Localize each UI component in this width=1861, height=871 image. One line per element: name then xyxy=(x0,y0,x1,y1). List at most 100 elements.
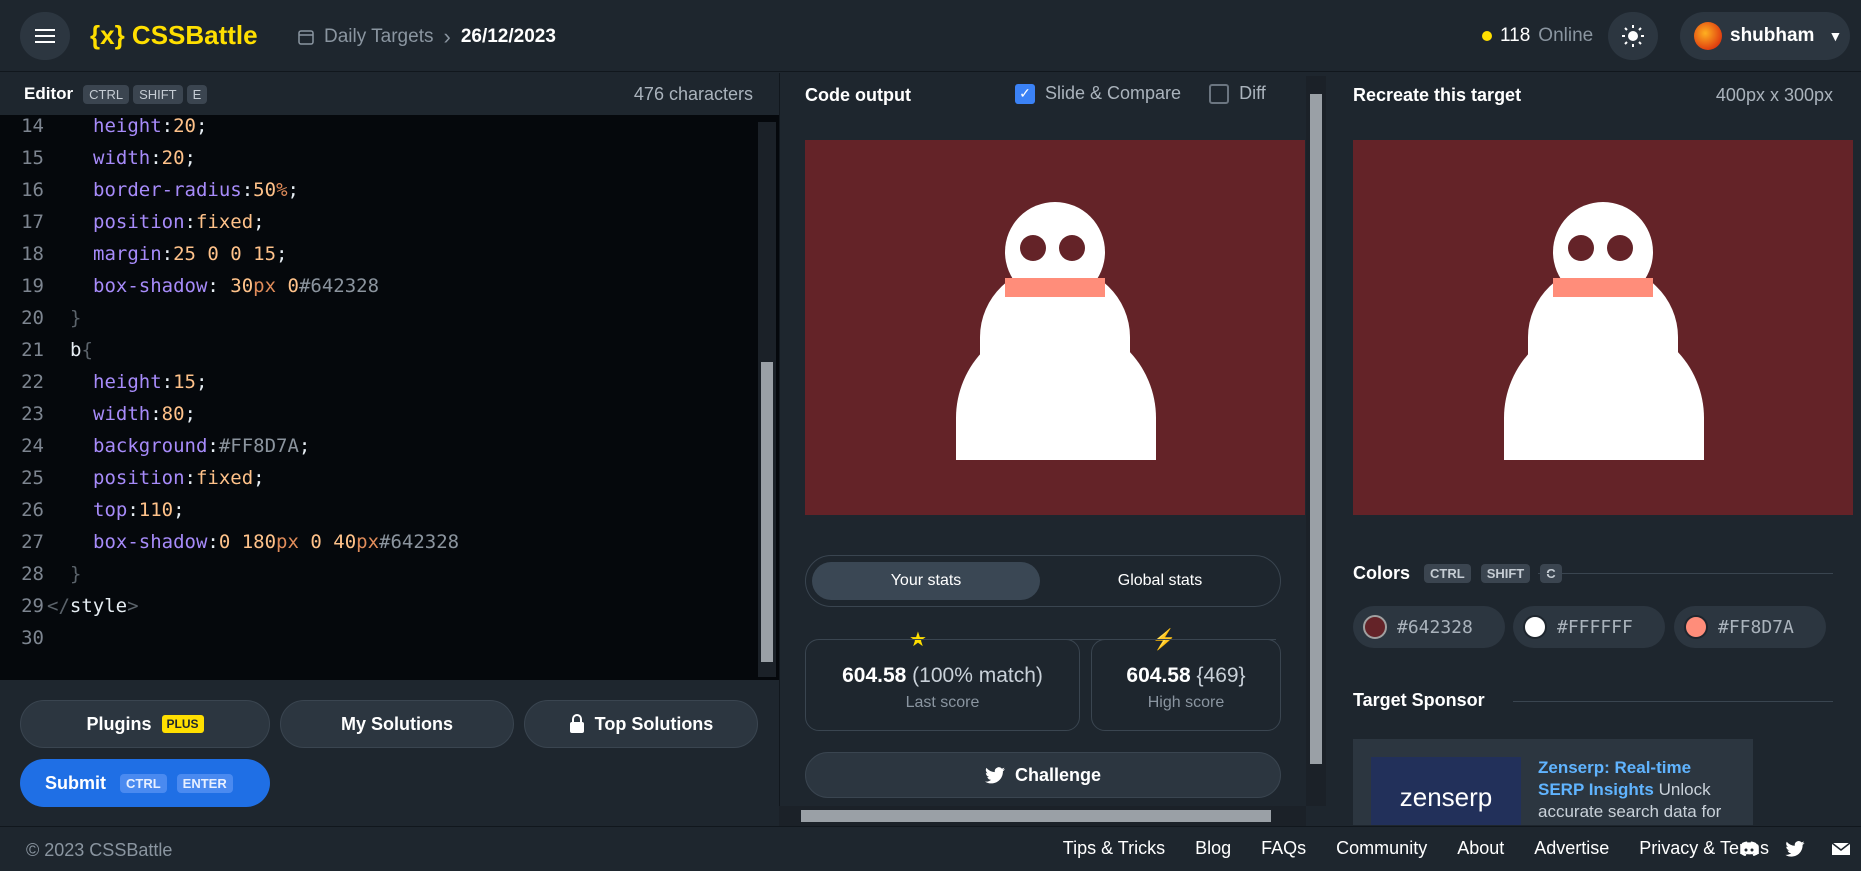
menu-button[interactable] xyxy=(20,12,70,60)
line-number: 30 xyxy=(21,627,44,649)
plugins-button[interactable]: Plugins PLUS xyxy=(20,700,270,748)
code-token: px xyxy=(253,275,277,297)
slide-compare-checkbox[interactable]: ✓ xyxy=(1015,83,1035,104)
code-line[interactable]: 23 width:80; xyxy=(0,403,760,435)
code-token: > xyxy=(127,595,139,617)
twitter-icon[interactable] xyxy=(1785,841,1805,857)
code-line[interactable]: 14 height:20; xyxy=(0,115,760,147)
my-solutions-button[interactable]: My Solutions xyxy=(280,700,514,748)
code-token: border-radius xyxy=(93,179,242,201)
footer-link[interactable]: Community xyxy=(1336,838,1427,859)
sun-icon xyxy=(1622,25,1644,47)
scrollbar-thumb[interactable] xyxy=(1310,94,1322,764)
high-score-card: 604.58 {469} High score xyxy=(1091,639,1281,731)
code-line[interactable]: 20} xyxy=(0,307,760,339)
code-line[interactable]: 26 top:110; xyxy=(0,499,760,531)
code-token: ; xyxy=(184,147,196,169)
slide-compare-label[interactable]: Slide & Compare xyxy=(1045,83,1181,104)
editor-header: Editor CTRL SHIFT E 476 characters xyxy=(0,73,779,115)
code-line[interactable]: 16 border-radius:50%; xyxy=(0,179,760,211)
sponsor-card[interactable]: zenserp Zenserp: Real-time SERP Insights… xyxy=(1353,739,1753,825)
footer-link[interactable]: About xyxy=(1457,838,1504,859)
code-line[interactable]: 21 b{ xyxy=(0,339,760,371)
output-scrollbar[interactable] xyxy=(1306,76,1326,806)
mail-icon[interactable] xyxy=(1831,841,1851,857)
top-solutions-label: Top Solutions xyxy=(594,713,714,734)
submit-label: Submit xyxy=(45,772,106,793)
scrollbar-thumb[interactable] xyxy=(801,810,1271,822)
code-line[interactable]: 15 width:20; xyxy=(0,147,760,179)
code-token: : xyxy=(184,211,196,233)
code-line[interactable]: 30 xyxy=(0,627,760,659)
snowman-eye-right xyxy=(1059,235,1085,261)
tab-your-stats[interactable]: Your stats xyxy=(812,562,1040,600)
user-menu-button[interactable]: shubham ▼ xyxy=(1680,12,1850,60)
cssbattle-logo[interactable]: {x} CSSBattle xyxy=(90,20,258,51)
tab-global-stats[interactable]: Global stats xyxy=(1046,562,1274,600)
online-label: Online xyxy=(1538,25,1594,46)
line-number: 18 xyxy=(21,243,44,265)
code-token: #642328 xyxy=(379,531,460,553)
footer-link[interactable]: FAQs xyxy=(1261,838,1306,859)
editor-scrollbar[interactable] xyxy=(758,122,776,677)
kbd-key: E xyxy=(186,84,208,104)
code-line[interactable]: 29 </style> xyxy=(0,595,760,627)
colors-label: Colors xyxy=(1353,563,1411,583)
code-line[interactable]: 17 position:fixed; xyxy=(0,211,760,243)
my-solutions-label: My Solutions xyxy=(341,713,453,734)
online-dot-icon xyxy=(1482,31,1492,41)
theme-toggle-button[interactable] xyxy=(1608,12,1658,60)
copyright: © 2023 CSSBattle xyxy=(26,840,173,860)
code-token: style xyxy=(69,595,128,617)
output-options: ✓ Slide & Compare Diff xyxy=(1015,83,1266,104)
footer-links: Tips & Tricks Blog FAQs Community About … xyxy=(1063,838,1769,859)
target-canvas[interactable] xyxy=(1353,140,1853,515)
challenge-button[interactable]: Challenge xyxy=(805,752,1281,798)
code-token: 15 xyxy=(173,371,196,393)
footer-link[interactable]: Blog xyxy=(1195,838,1231,859)
scrollbar-thumb[interactable] xyxy=(761,362,773,662)
line-number: 19 xyxy=(21,275,44,297)
discord-icon[interactable] xyxy=(1739,841,1759,857)
color-swatch[interactable]: #FF8D7A xyxy=(1674,606,1826,648)
code-token: % xyxy=(276,179,288,201)
line-number: 26 xyxy=(21,499,44,521)
top-solutions-button[interactable]: Top Solutions xyxy=(524,700,758,748)
code-line[interactable]: 25 position:fixed; xyxy=(0,467,760,499)
color-swatch[interactable]: #642328 xyxy=(1353,606,1505,648)
diff-label[interactable]: Diff xyxy=(1239,83,1266,104)
code-token: ; xyxy=(173,499,185,521)
last-score-value: 604.58 xyxy=(842,664,907,687)
editor-title: Editor xyxy=(24,84,74,103)
footer-link[interactable]: Tips & Tricks xyxy=(1063,838,1165,859)
code-token: : xyxy=(207,275,231,297)
code-line[interactable]: 24 background:#FF8D7A; xyxy=(0,435,760,467)
footer: © 2023 CSSBattle Tips & Tricks Blog FAQs… xyxy=(0,826,1861,871)
color-dot xyxy=(1523,615,1547,639)
output-canvas[interactable] xyxy=(805,140,1305,515)
line-number: 25 xyxy=(21,467,44,489)
code-token: ; xyxy=(287,179,299,201)
code-text: </style> xyxy=(47,595,139,617)
kbd-key: CTRL xyxy=(120,773,167,793)
target-pane: Recreate this target 400px x 300px Color… xyxy=(1328,73,1861,825)
code-line[interactable]: 28} xyxy=(0,563,760,595)
color-swatch[interactable]: #FFFFFF xyxy=(1513,606,1665,648)
footer-link[interactable]: Advertise xyxy=(1534,838,1609,859)
last-score-label: Last score xyxy=(905,694,980,711)
code-line[interactable]: 19 box-shadow: 30px 0#642328 xyxy=(0,275,760,307)
breadcrumb-daily-targets[interactable]: Daily Targets xyxy=(324,26,433,48)
code-text: margin:25 0 0 15; xyxy=(93,243,288,265)
code-line[interactable]: 27 box-shadow:0 180px 0 40px#642328 xyxy=(0,531,760,563)
snowman-eye-left xyxy=(1568,235,1594,261)
color-hex: #FFFFFF xyxy=(1557,616,1633,638)
submit-button[interactable]: Submit CTRL ENTER xyxy=(20,759,270,807)
code-editor[interactable]: 14 height:20; 15 width:20; 16 border-radius:5… xyxy=(0,115,779,680)
code-line[interactable]: 18 margin:25 0 0 15; xyxy=(0,243,760,275)
code-token: ; xyxy=(184,403,196,425)
diff-checkbox[interactable] xyxy=(1209,83,1230,104)
code-line[interactable]: 22 height:15; xyxy=(0,371,760,403)
line-number: 21 xyxy=(21,339,44,361)
output-horizontal-scrollbar[interactable] xyxy=(779,806,1306,826)
hamburger-icon xyxy=(35,29,55,43)
